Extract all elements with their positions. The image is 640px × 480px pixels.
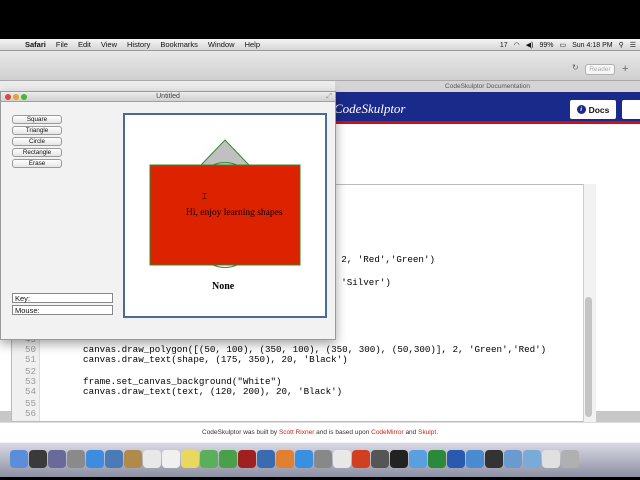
code-text: canvas.draw_text(shape, (175, 350), 20, … <box>61 354 348 365</box>
dock <box>0 442 640 480</box>
menu-bookmarks[interactable]: Bookmarks <box>155 40 203 49</box>
mail-icon[interactable] <box>105 450 123 468</box>
terminal-icon[interactable] <box>390 450 408 468</box>
folder-icon[interactable] <box>504 450 522 468</box>
editor-scrollbar-thumb[interactable] <box>585 297 592 417</box>
launchpad-icon[interactable] <box>67 450 85 468</box>
safari-icon[interactable] <box>86 450 104 468</box>
ibooks-icon[interactable] <box>276 450 294 468</box>
contacts-icon[interactable] <box>124 450 142 468</box>
docs-label: Docs <box>588 104 610 115</box>
zoom-button[interactable] <box>21 94 27 100</box>
line-number: 51 <box>24 354 36 365</box>
stack-icon[interactable] <box>542 450 560 468</box>
menu-help[interactable]: Help <box>240 40 265 49</box>
trash-icon[interactable] <box>561 450 579 468</box>
notification-center-icon[interactable]: ☰ <box>630 41 636 49</box>
rectangle-button[interactable]: Rectangle <box>12 148 62 157</box>
safari-toolbar: ↻ Reader + <box>0 51 640 81</box>
downloads-icon[interactable] <box>466 450 484 468</box>
calendar-icon[interactable] <box>143 450 161 468</box>
footer-link-skulpt[interactable]: Skulpt <box>418 429 436 436</box>
line-number: 54 <box>24 386 36 397</box>
square-button[interactable]: Square <box>12 115 62 124</box>
frame-title: Untitled <box>156 93 180 100</box>
line-number: 56 <box>24 408 36 419</box>
messages-icon[interactable] <box>200 450 218 468</box>
wifi-icon[interactable]: ◠ <box>514 41 520 49</box>
clock[interactable]: Sun 4:18 PM <box>572 42 612 49</box>
page-footer: CodeSkulptor was built by Scott Rixner a… <box>0 422 640 442</box>
triangle-shape <box>199 139 251 166</box>
minimize-button[interactable] <box>13 94 19 100</box>
battery-percent[interactable]: 99% <box>539 42 553 49</box>
new-tab-icon[interactable]: + <box>622 63 628 75</box>
desktop-screen: Safari File Edit View History Bookmarks … <box>0 39 640 442</box>
triangle-button[interactable]: Triangle <box>12 126 62 135</box>
photo-booth-icon[interactable] <box>238 450 256 468</box>
menu-view[interactable]: View <box>96 40 122 49</box>
canvas-shape-label: None <box>212 281 235 292</box>
info-icon: i <box>576 105 586 114</box>
mission-control-icon[interactable] <box>48 450 66 468</box>
status-area: 17 ◠ ◀) 99% ▭ Sun 4:18 PM ⚲ ☰ <box>500 39 636 51</box>
notes-icon[interactable] <box>181 450 199 468</box>
codeskulptor-logo[interactable]: CodeSkulptor <box>334 101 406 117</box>
word-icon[interactable] <box>447 450 465 468</box>
footer-text: CodeSkulptor was built by <box>202 429 279 436</box>
documents-icon[interactable] <box>523 450 541 468</box>
drawing-canvas[interactable]: Hi, enjoy learning shapes None ⌶ <box>123 113 327 318</box>
footer-text-and: and <box>403 429 419 436</box>
footer-text-end: . <box>436 429 438 436</box>
mouse-cursor-icon: ⌶ <box>202 192 207 201</box>
menu-bar: Safari File Edit View History Bookmarks … <box>0 39 640 51</box>
textedit-icon[interactable] <box>333 450 351 468</box>
menu-safari[interactable]: Safari <box>20 40 51 49</box>
volume-icon[interactable]: ◀) <box>526 41 534 49</box>
spotlight-icon[interactable]: ⚲ <box>619 41 624 49</box>
menu-history[interactable]: History <box>122 40 155 49</box>
frame-title-bar[interactable]: Untitled ⤢ <box>1 92 335 102</box>
footer-link-codemirror[interactable]: CodeMirror <box>371 429 404 436</box>
menu-window[interactable]: Window <box>203 40 240 49</box>
reload-icon[interactable]: ↻ <box>572 63 579 72</box>
app-store-icon[interactable] <box>295 450 313 468</box>
untitled-frame-window: Untitled ⤢ Square Triangle Circle Rectan… <box>0 91 336 340</box>
system-preferences-icon[interactable] <box>314 450 332 468</box>
excel-icon[interactable] <box>428 450 446 468</box>
status-count[interactable]: 17 <box>500 42 508 49</box>
canvas-greeting-text: Hi, enjoy learning shapes <box>186 208 283 218</box>
battery-icon[interactable]: ▭ <box>559 41 566 49</box>
finder-icon[interactable] <box>10 450 28 468</box>
key-field: Key: <box>12 293 113 303</box>
code-text: canvas.draw_text(text, (120, 200), 20, '… <box>61 386 343 397</box>
powerpoint-icon[interactable] <box>352 450 370 468</box>
docs-button[interactable]: i Docs <box>570 100 616 119</box>
facetime-icon[interactable] <box>219 450 237 468</box>
footer-text-middle: and is based upon <box>314 429 372 436</box>
preview-icon[interactable] <box>409 450 427 468</box>
menu-edit[interactable]: Edit <box>73 40 96 49</box>
calculator-icon[interactable] <box>371 450 389 468</box>
mouse-field: Mouse: <box>12 305 113 315</box>
menu-file[interactable]: File <box>51 40 73 49</box>
footer-link-rixner[interactable]: Scott Rixner <box>279 429 314 436</box>
reminders-icon[interactable] <box>162 450 180 468</box>
music-icon[interactable] <box>485 450 503 468</box>
reader-button[interactable]: Reader <box>585 64 615 75</box>
dashboard-icon[interactable] <box>29 450 47 468</box>
fullscreen-icon[interactable]: ⤢ <box>326 92 332 102</box>
itunes-icon[interactable] <box>257 450 275 468</box>
erase-button[interactable]: Erase <box>12 159 62 168</box>
dock-icons <box>10 445 630 473</box>
circle-button[interactable]: Circle <box>12 137 62 146</box>
header-button-edge[interactable] <box>622 100 640 119</box>
close-button[interactable] <box>5 94 11 100</box>
